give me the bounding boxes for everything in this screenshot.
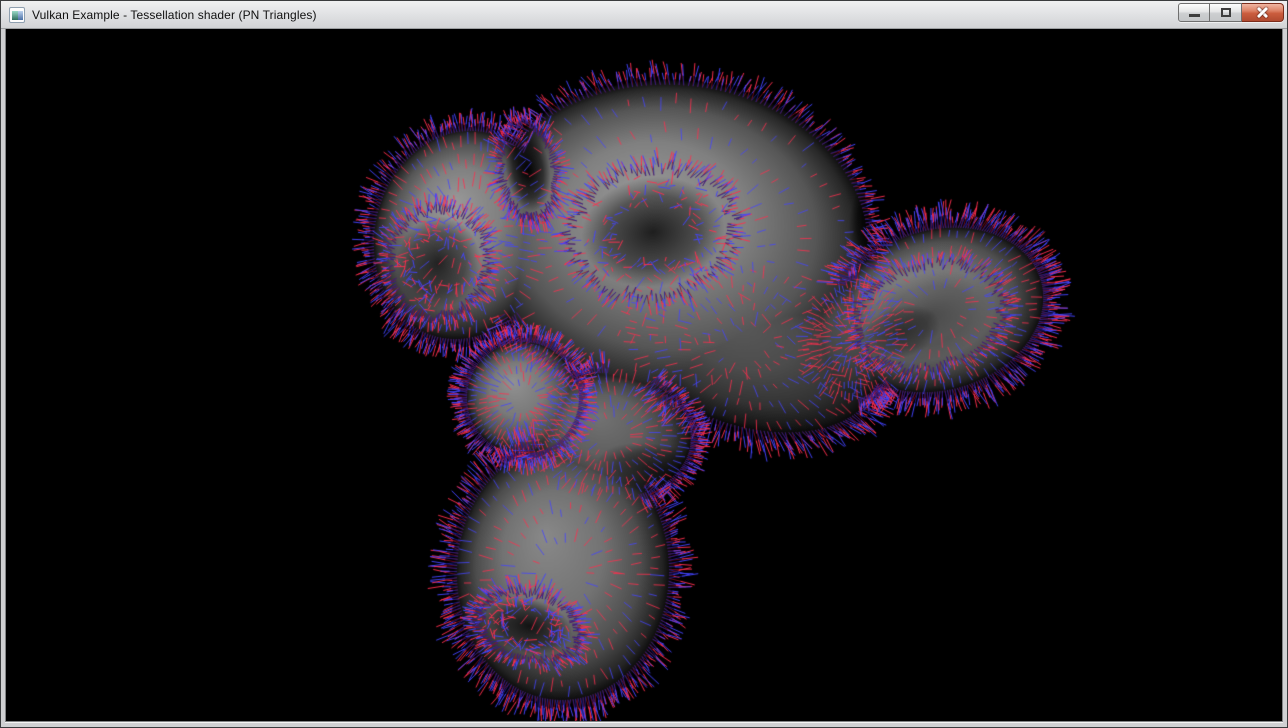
render-viewport [5, 29, 1283, 722]
maximize-icon [1221, 8, 1231, 17]
minimize-icon [1189, 14, 1200, 17]
window-controls [1178, 3, 1284, 22]
application-icon [9, 7, 25, 23]
close-icon [1256, 6, 1269, 19]
window-frame [1, 29, 1287, 727]
titlebar[interactable]: Vulkan Example - Tessellation shader (PN… [1, 1, 1287, 29]
close-button[interactable] [1242, 3, 1284, 22]
maximize-button[interactable] [1210, 3, 1242, 22]
vulkan-render-canvas[interactable] [6, 29, 1283, 722]
window-title: Vulkan Example - Tessellation shader (PN… [32, 8, 317, 22]
minimize-button[interactable] [1178, 3, 1210, 22]
app-window: Vulkan Example - Tessellation shader (PN… [0, 0, 1288, 728]
